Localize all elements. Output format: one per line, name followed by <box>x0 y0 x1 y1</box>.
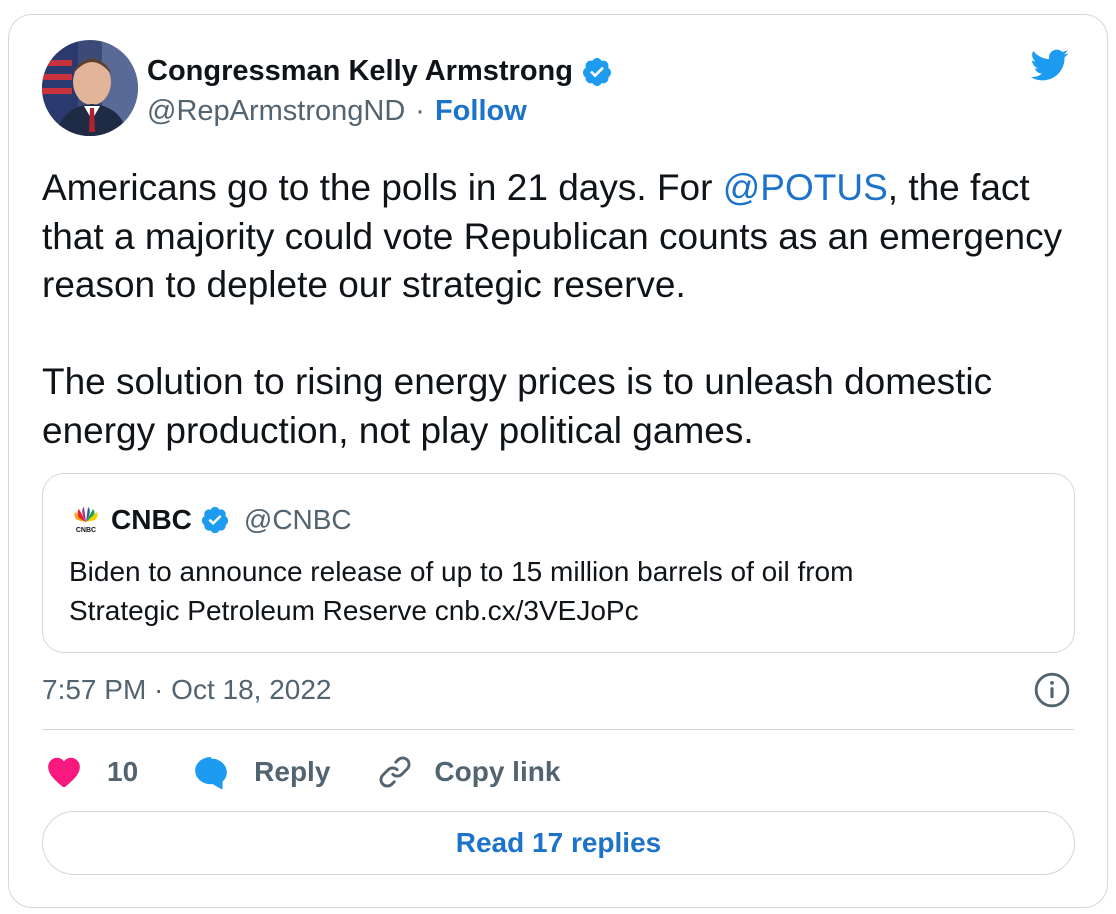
avatar[interactable] <box>42 40 138 136</box>
like-count: 10 <box>107 756 139 787</box>
quoted-tweet[interactable]: CNBC CNBC @CNBC Biden to announce releas… <box>42 473 1075 653</box>
copy-link-button[interactable]: Copy link <box>376 753 560 791</box>
quoted-author-handle[interactable]: @CNBC <box>244 504 352 536</box>
tweet-paragraph-1: Americans go to the polls in 21 days. Fo… <box>42 164 1082 310</box>
mention-link[interactable]: @POTUS <box>723 167 888 208</box>
tweet-text: Americans go to the polls in 21 days. Fo… <box>42 164 1082 455</box>
reply-button[interactable]: Reply <box>192 753 330 791</box>
read-replies-button[interactable]: Read 17 replies <box>42 811 1075 875</box>
author-display-name[interactable]: Congressman Kelly Armstrong <box>147 55 573 88</box>
author-handle-row: @RepArmstrongND · Follow <box>147 95 527 128</box>
verified-badge-icon <box>582 57 611 86</box>
copy-link-label: Copy link <box>434 756 561 787</box>
follow-button[interactable]: Follow <box>435 95 527 128</box>
link-icon <box>379 756 411 788</box>
action-bar: 10 Reply Copy link <box>45 753 560 791</box>
reply-label: Reply <box>254 756 331 787</box>
divider <box>42 729 1074 730</box>
tweet-card: Congressman Kelly Armstrong @RepArmstron… <box>8 14 1108 908</box>
separator-dot: · <box>415 95 425 127</box>
verified-badge-icon <box>201 506 229 534</box>
quoted-tweet-header: CNBC CNBC @CNBC <box>69 504 352 536</box>
heart-icon <box>48 757 80 788</box>
reply-bubble-icon <box>195 756 227 790</box>
info-icon[interactable] <box>1033 671 1071 709</box>
like-button[interactable]: 10 <box>45 753 138 791</box>
quoted-tweet-text: Biden to announce release of up to 15 mi… <box>69 552 1059 630</box>
quoted-text-line: Biden to announce release of up to 15 mi… <box>69 556 854 587</box>
tweet-text-part: Americans go to the polls in 21 days. Fo… <box>42 167 723 208</box>
author-name-row: Congressman Kelly Armstrong <box>147 55 613 88</box>
tweet-timestamp[interactable]: 7:57 PM · Oct 18, 2022 <box>42 674 332 706</box>
svg-text:CNBC: CNBC <box>76 527 96 534</box>
twitter-bird-icon[interactable] <box>1025 45 1073 85</box>
author-handle[interactable]: @RepArmstrongND <box>147 95 405 128</box>
quoted-text-line: Strategic Petroleum Reserve cnb.cx/3VEJo… <box>69 595 639 626</box>
tweet-paragraph-2: The solution to rising energy prices is … <box>42 361 993 451</box>
cnbc-peacock-icon: CNBC <box>74 507 98 534</box>
quoted-author-name[interactable]: CNBC <box>111 504 192 536</box>
